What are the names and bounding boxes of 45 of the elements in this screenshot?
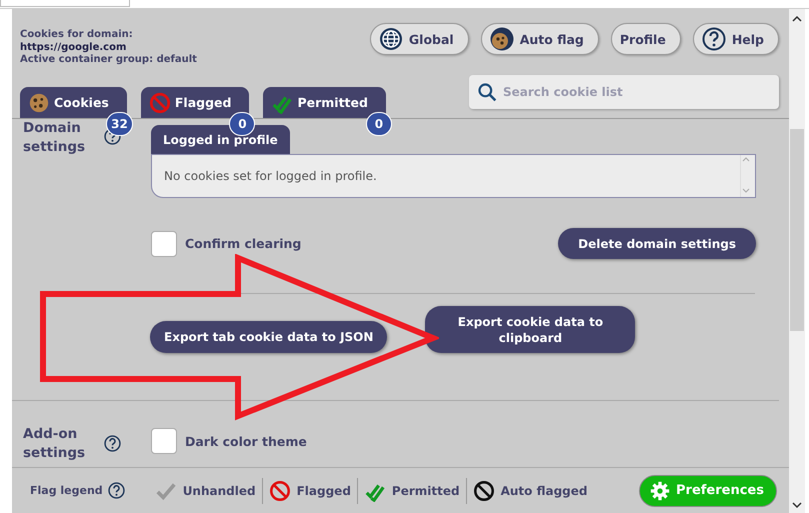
domain-label: Cookies for domain:	[20, 29, 134, 42]
legend-item: Flagged	[296, 484, 351, 498]
container-group: Active container group: default	[20, 54, 197, 66]
cookie-icon	[490, 27, 514, 51]
empty-message: No cookies set for logged in profile.	[163, 168, 378, 185]
legend-item: Auto flagged	[500, 484, 588, 498]
help-icon	[104, 128, 121, 145]
address-field[interactable]	[0, 0, 130, 7]
toolbar-button[interactable]: Auto flag	[480, 23, 599, 55]
toolbar-button[interactable]: Profile	[610, 23, 681, 55]
globe-icon	[378, 27, 403, 51]
help-icon	[108, 482, 125, 499]
export-button[interactable]: Export cookie data to clipboard	[425, 306, 636, 353]
checkbox-label: Confirm clearing	[185, 236, 302, 251]
tab[interactable]: Flagged	[140, 87, 250, 118]
prohibited-icon	[268, 480, 291, 502]
help-icon	[702, 27, 726, 51]
scroll-arrows-icon	[741, 155, 751, 195]
prohibited-icon	[472, 480, 495, 502]
export-button[interactable]: Export tab cookie data to JSON	[150, 321, 388, 353]
legend-label: Flag legend	[30, 484, 103, 497]
checkbox-label: Dark color theme	[185, 434, 307, 448]
legend-item: Permitted	[392, 484, 460, 498]
help-icon	[104, 435, 121, 452]
checkbox[interactable]	[151, 230, 177, 256]
count-badge: 0	[366, 112, 392, 136]
settings-icon	[650, 480, 670, 500]
scrollbar[interactable]	[789, 9, 805, 513]
checkbox[interactable]	[151, 428, 177, 454]
tab[interactable]: Cookies	[20, 87, 127, 118]
domain-url: https://google.com	[20, 42, 128, 54]
count-badge: 32	[106, 112, 133, 136]
section-title: Add-on settings	[23, 425, 86, 463]
search-icon	[477, 82, 497, 102]
search-field[interactable]: Search cookie list	[469, 75, 779, 109]
scroll-up-icon[interactable]	[792, 15, 802, 23]
legend-item: Unhandled	[182, 484, 256, 498]
tab[interactable]: Permitted	[263, 87, 386, 118]
scroll-down-icon[interactable]	[792, 501, 802, 509]
prohibited-icon	[148, 92, 171, 114]
toolbar-button[interactable]: Help	[692, 23, 779, 55]
cookie-icon	[28, 92, 50, 114]
delete-button[interactable]: Delete domain settings	[558, 228, 756, 259]
toolbar-button[interactable]: Global	[370, 23, 469, 55]
section-title: Domain settings	[23, 119, 86, 157]
